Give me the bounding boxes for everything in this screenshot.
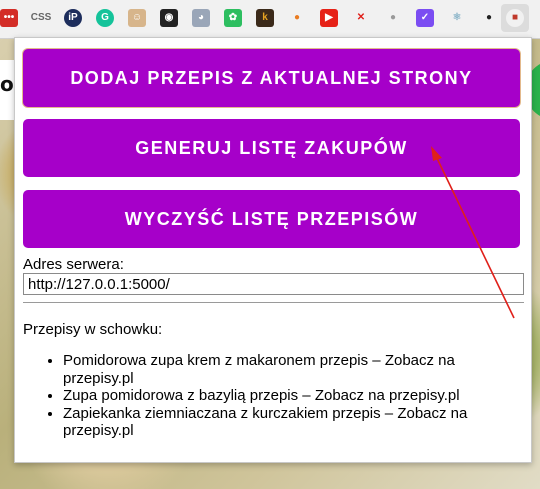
extension-k-icon[interactable]: k <box>256 9 274 27</box>
extension-grammarly-icon[interactable]: G <box>96 9 114 27</box>
extension-screenshot-icon[interactable]: ◉ <box>160 9 178 27</box>
list-item: Zapiekanka ziemniaczana z kurczakiem prz… <box>63 405 503 440</box>
clear-recipes-button[interactable]: WYCZYŚĆ LISTĘ PRZEPISÓW <box>23 190 520 248</box>
recipe-name: Zupa pomidorowa z bazylią przepis <box>63 387 299 404</box>
recipe-name: Pomidorowa zupa krem z makaronem przepis <box>63 352 369 369</box>
extension-purple-check-icon[interactable]: ✓ <box>416 9 434 27</box>
extension-orange-icon[interactable]: ● <box>288 9 306 27</box>
server-address-input[interactable] <box>23 273 524 295</box>
generate-shopping-list-button[interactable]: GENERUJ LISTĘ ZAKUPÓW <box>23 119 520 177</box>
extension-react-icon[interactable]: ⚛ <box>448 9 466 27</box>
extension-github-icon[interactable]: ● <box>480 9 498 27</box>
clipboard-title: Przepisy w schowku: <box>23 321 163 338</box>
divider <box>23 302 524 303</box>
extension-grey-dot-icon[interactable]: ● <box>384 9 402 27</box>
recipe-name: Zapiekanka ziemniaczana z kurczakiem prz… <box>63 404 381 422</box>
extension-owl-icon[interactable]: ◕ <box>192 9 210 27</box>
extension-lastpass-icon[interactable]: ••• <box>0 9 18 27</box>
recipe-separator: – <box>298 387 315 404</box>
extension-evernote-icon[interactable]: ✿ <box>224 9 242 27</box>
extension-recipes-active-icon[interactable]: ■ <box>506 9 524 27</box>
extension-ip-icon[interactable]: iP <box>64 9 82 27</box>
recipe-separator: – <box>368 352 385 369</box>
extension-css-icon[interactable]: CSS <box>31 9 51 27</box>
add-recipe-button[interactable]: DODAJ PRZEPIS Z AKTUALNEJ STRONY <box>23 49 520 107</box>
recipe-link[interactable]: Zobacz na przepisy.pl <box>315 387 460 404</box>
extension-popup: DODAJ PRZEPIS Z AKTUALNEJ STRONY GENERUJ… <box>14 37 532 463</box>
background-partial-text: o <box>0 72 14 96</box>
extension-youtube-icon[interactable]: ▶ <box>320 9 338 27</box>
extension-face-icon[interactable]: ☺ <box>128 9 146 27</box>
server-address-label: Adres serwera: <box>23 256 124 273</box>
browser-extension-toolbar: ••• CSS iP G ☺ ◉ ◕ ✿ k ● ▶ ✕ ● ✓ ⚛ ● ■ <box>0 0 540 39</box>
recipe-separator: – <box>380 404 398 422</box>
list-item: Pomidorowa zupa krem z makaronem przepis… <box>63 352 503 387</box>
list-item: Zupa pomidorowa z bazylią przepis – Zoba… <box>63 387 503 405</box>
recipe-list: Pomidorowa zupa krem z makaronem przepis… <box>23 352 503 440</box>
extension-close-x-icon[interactable]: ✕ <box>352 9 370 27</box>
